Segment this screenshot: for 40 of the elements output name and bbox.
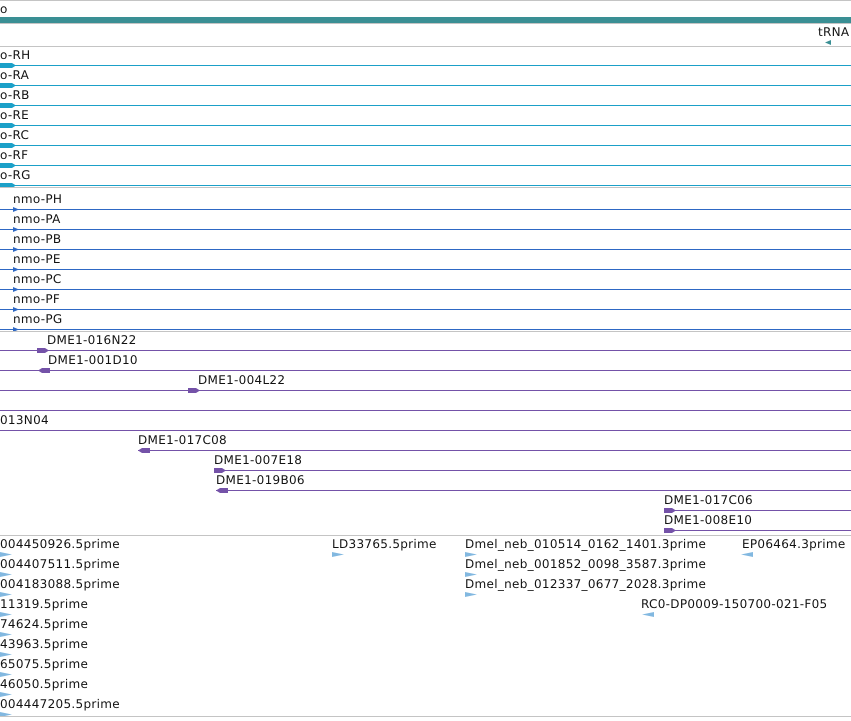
feature-label: o-RA [0, 68, 30, 82]
feature-label: o [0, 2, 8, 16]
feature-label: o-RF [0, 148, 28, 162]
feature-label: LD33765.5prime [332, 537, 437, 551]
feature-label: DME1-017C06 [664, 493, 753, 507]
feature-label: Dmel_neb_010514_0162_1401.3prime [465, 537, 706, 551]
feature-label: nmo-PA [13, 212, 61, 226]
feature-label: o-RG [0, 168, 31, 182]
feature-label: nmo-PB [13, 232, 62, 246]
feature-label: o-RC [0, 128, 30, 142]
feature-label: 004450926.5prime [0, 537, 120, 551]
feature-label: nmo-PC [13, 272, 62, 286]
feature-label: o-RH [0, 48, 30, 62]
feature-label: o-RB [0, 88, 30, 102]
feature-label: 65075.5prime [0, 657, 88, 671]
feature-label: nmo-PF [13, 292, 60, 306]
feature-label: 004407511.5prime [0, 557, 120, 571]
feature-label: Dmel_neb_001852_0098_3587.3prime [465, 557, 706, 571]
feature-label: nmo-PE [13, 252, 61, 266]
feature-label: 004183088.5prime [0, 577, 120, 591]
feature-label: 43963.5prime [0, 637, 88, 651]
feature-label: DME1-004L22 [198, 373, 286, 387]
feature-label: DME1-017C08 [138, 433, 227, 447]
feature-label: EP06464.3prime [742, 537, 846, 551]
feature-label: DME1-019B06 [216, 473, 305, 487]
feature-label: 11319.5prime [0, 597, 88, 611]
feature-label: tRNA [818, 25, 850, 39]
feature-label: nmo-PG [13, 312, 63, 326]
feature-label: nmo-PH [13, 192, 62, 206]
feature-label: 74624.5prime [0, 617, 88, 631]
feature-label: 004447205.5prime [0, 697, 120, 711]
feature-label: DME1-007E18 [214, 453, 302, 467]
feature-label: DME1-001D10 [48, 353, 138, 367]
feature-label: RC0-DP0009-150700-021-F05 [641, 597, 828, 611]
feature-label: 013N04 [0, 413, 49, 427]
feature-label: 46050.5prime [0, 677, 88, 691]
feature-label: DME1-016N22 [47, 333, 137, 347]
feature-label: Dmel_neb_012337_0677_2028.3prime [465, 577, 706, 591]
feature-label: o-RE [0, 108, 30, 122]
feature-label: DME1-008E10 [664, 513, 752, 527]
